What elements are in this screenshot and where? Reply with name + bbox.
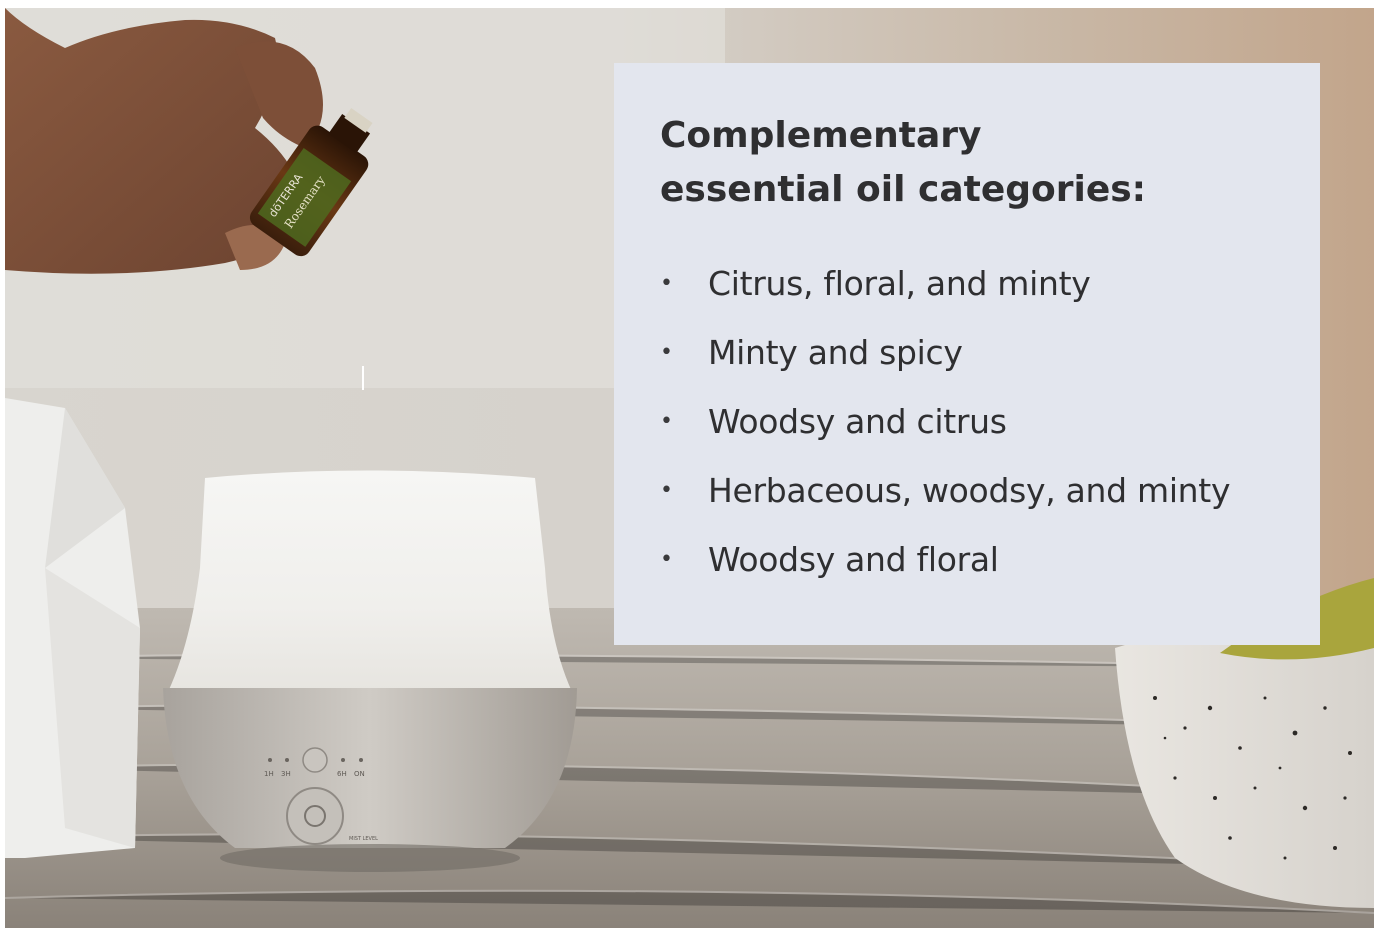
timer-3h-label: 3H	[281, 770, 291, 778]
bullet-icon: •	[660, 409, 673, 434]
info-card: Complementary essential oil categories: …	[614, 63, 1320, 645]
timer-button	[302, 747, 328, 773]
diffuser-shade	[165, 470, 575, 698]
power-button	[286, 787, 344, 845]
list-item: • Herbaceous, woodsy, and minty	[660, 456, 1300, 525]
bullet-icon: •	[660, 478, 673, 503]
diffuser-base	[163, 688, 577, 848]
bullet-icon: •	[660, 547, 673, 572]
list-item: • Woodsy and floral	[660, 525, 1300, 594]
list-item: • Woodsy and citrus	[660, 387, 1300, 456]
mist-level-label: MIST LEVEL	[349, 836, 378, 842]
list-item: • Minty and spicy	[660, 318, 1300, 387]
list-item-text: Minty and spicy	[708, 333, 963, 372]
timer-6h-label: 6H	[337, 770, 347, 778]
timer-1h-label: 1H	[264, 770, 274, 778]
list-item-text: Citrus, floral, and minty	[708, 264, 1091, 303]
list-item-text: Woodsy and floral	[708, 540, 999, 579]
list-item-text: Herbaceous, woodsy, and minty	[708, 471, 1231, 510]
category-list: • Citrus, floral, and minty • Minty and sp…	[660, 249, 1300, 594]
card-title-line-1: Complementary	[660, 115, 982, 156]
list-item: • Citrus, floral, and minty	[660, 249, 1300, 318]
bullet-icon: •	[660, 271, 673, 296]
list-item-text: Woodsy and citrus	[708, 402, 1007, 441]
bullet-icon: •	[660, 340, 673, 365]
card-title-line-2: essential oil categories:	[660, 169, 1147, 210]
timer-on-label: ON	[354, 770, 365, 778]
card-title: Complementary essential oil categories:	[660, 109, 1280, 217]
